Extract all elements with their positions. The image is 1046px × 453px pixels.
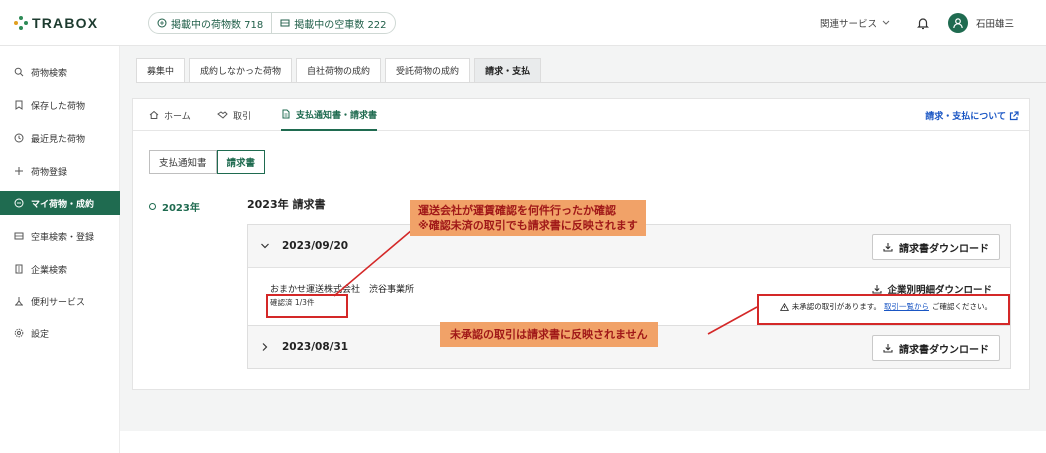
year-bullet-icon	[149, 203, 156, 210]
payment-notice-button[interactable]: 支払通知書	[149, 150, 217, 174]
sidebar-item-saved-cargo[interactable]: 保存した荷物	[0, 93, 120, 117]
year-nav-label: 2023年	[162, 203, 200, 214]
box-icon	[14, 198, 24, 208]
page-footer-area	[120, 431, 1046, 453]
plus-icon	[15, 167, 23, 175]
main-content: 募集中 成約しなかった荷物 自社荷物の成約 受託荷物の成約 請求・支払 ホーム …	[120, 46, 1046, 431]
sidebar-item-settings[interactable]: 設定	[0, 321, 120, 345]
related-services-label: 関連サービス	[819, 19, 877, 30]
subnav-statements-label: 支払通知書・請求書	[296, 110, 378, 121]
tab-billing-payment[interactable]: 請求・支払	[474, 58, 542, 82]
sidebar-item-label: 荷物検索	[31, 68, 68, 79]
invoice-button[interactable]: 請求書	[216, 150, 266, 174]
invoice-date: 2023/08/31	[282, 341, 349, 353]
annotation-callout-confirm-count: 運送会社が運賃確認を何件行ったか確認 ※確認未済の取引でも請求書に反映されます	[410, 200, 646, 236]
chevron-down-icon	[882, 20, 890, 25]
truck-count[interactable]: 掲載中の空車数 222	[271, 13, 394, 33]
cargo-count-label: 掲載中の荷物数 718	[171, 19, 264, 31]
callout1-line2: ※確認未済の取引でも請求書に反映されます	[418, 219, 638, 232]
search-icon	[14, 67, 24, 77]
subnav-deals-label: 取引	[233, 111, 252, 122]
related-services-menu[interactable]: 関連サービス	[820, 16, 890, 30]
annotation-box-confirmed	[266, 294, 348, 318]
external-link-icon	[1009, 110, 1019, 120]
trabox-logo[interactable]: TRABOX	[14, 15, 98, 31]
app-header: TRABOX 掲載中の荷物数 718 掲載中の空車数 222 関連サービス 石田…	[0, 0, 1046, 46]
year-title: 2023年 請求書	[247, 198, 326, 211]
package-icon	[157, 18, 167, 28]
help-link-label: 請求・支払について	[925, 112, 1006, 122]
sidebar-item-cargo-search[interactable]: 荷物検索	[0, 60, 120, 84]
sidebar-item-label: 保存した荷物	[31, 101, 86, 112]
logo-mark-icon	[14, 16, 28, 30]
statement-type-toggle: 支払通知書 請求書	[149, 150, 266, 174]
subnav-home[interactable]: ホーム	[149, 99, 191, 131]
subnav-statements[interactable]: 支払通知書・請求書	[281, 99, 378, 131]
top-tabs: 募集中 成約しなかった荷物 自社荷物の成約 受託荷物の成約 請求・支払	[136, 58, 542, 82]
sidebar: 荷物検索 保存した荷物 最近見た荷物 荷物登録 マイ荷物・成約 空車検索・登録 …	[0, 46, 120, 453]
tab-consigned-contracts[interactable]: 受託荷物の成約	[385, 58, 471, 82]
bookmark-icon	[15, 100, 23, 110]
download-icon	[883, 344, 893, 353]
chevron-down-icon	[261, 243, 269, 249]
user-avatar[interactable]	[947, 13, 968, 33]
invoice-download-button[interactable]: 請求書ダウンロード	[872, 234, 1000, 260]
year-nav-2023[interactable]: 2023年	[149, 199, 200, 214]
handshake-icon	[217, 111, 228, 119]
truck-count-label: 掲載中の空車数 222	[294, 19, 387, 31]
gear-icon	[14, 328, 24, 338]
chevron-right-icon	[262, 343, 268, 351]
annotation-box-warning	[757, 294, 1010, 325]
invoice-download-button[interactable]: 請求書ダウンロード	[872, 335, 1000, 361]
tools-icon	[15, 297, 23, 306]
clock-icon	[14, 133, 24, 143]
user-icon	[953, 18, 963, 29]
download-icon	[883, 243, 893, 252]
download-icon	[872, 285, 883, 294]
invoice-download-label: 請求書ダウンロード	[899, 243, 989, 255]
annotation-callout-unapproved: 未承認の取引は請求書に反映されません	[440, 322, 658, 347]
document-icon	[282, 109, 290, 119]
logo-text: TRABOX	[32, 15, 99, 31]
callout1-line1: 運送会社が運賃確認を何件行ったか確認	[418, 204, 616, 217]
sidebar-item-my-cargo[interactable]: マイ荷物・成約	[0, 191, 120, 215]
sidebar-item-company-search[interactable]: 企業検索	[0, 257, 120, 281]
sidebar-item-truck-search[interactable]: 空車検索・登録	[0, 224, 120, 248]
sidebar-item-label: 最近見た荷物	[31, 134, 86, 145]
billing-subnav: ホーム 取引 支払通知書・請求書 請求・支払について	[133, 99, 1029, 131]
sidebar-item-services[interactable]: 便利サービス	[0, 289, 120, 313]
tab-recruiting[interactable]: 募集中	[136, 58, 186, 82]
subnav-home-label: ホーム	[164, 111, 191, 122]
sidebar-item-label: マイ荷物・成約	[31, 199, 95, 210]
sidebar-item-recent-cargo[interactable]: 最近見た荷物	[0, 126, 120, 150]
sidebar-item-label: 空車検索・登録	[31, 232, 95, 243]
billing-help-link[interactable]: 請求・支払について	[925, 109, 1019, 122]
sidebar-item-cargo-register[interactable]: 荷物登録	[0, 159, 120, 183]
truck-icon	[280, 19, 290, 27]
tab-own-cargo-contracts[interactable]: 自社荷物の成約	[296, 58, 382, 82]
sidebar-item-label: 設定	[31, 329, 50, 340]
building-icon	[15, 264, 23, 274]
home-icon	[149, 110, 159, 119]
cargo-count[interactable]: 掲載中の荷物数 718	[149, 13, 271, 33]
subnav-deals[interactable]: 取引	[217, 99, 251, 131]
user-name[interactable]: 石田雄三	[976, 16, 1014, 30]
sidebar-item-label: 荷物登録	[31, 167, 68, 178]
sidebar-item-label: 企業検索	[31, 265, 68, 276]
bell-icon[interactable]	[916, 16, 930, 30]
invoice-date: 2023/09/20	[282, 240, 349, 252]
truck-icon	[14, 232, 24, 240]
tab-divider	[136, 82, 1046, 83]
listing-counts: 掲載中の荷物数 718 掲載中の空車数 222	[148, 12, 396, 34]
tab-not-contracted[interactable]: 成約しなかった荷物	[189, 58, 293, 82]
sidebar-item-label: 便利サービス	[31, 297, 86, 308]
invoice-download-label: 請求書ダウンロード	[899, 344, 989, 356]
